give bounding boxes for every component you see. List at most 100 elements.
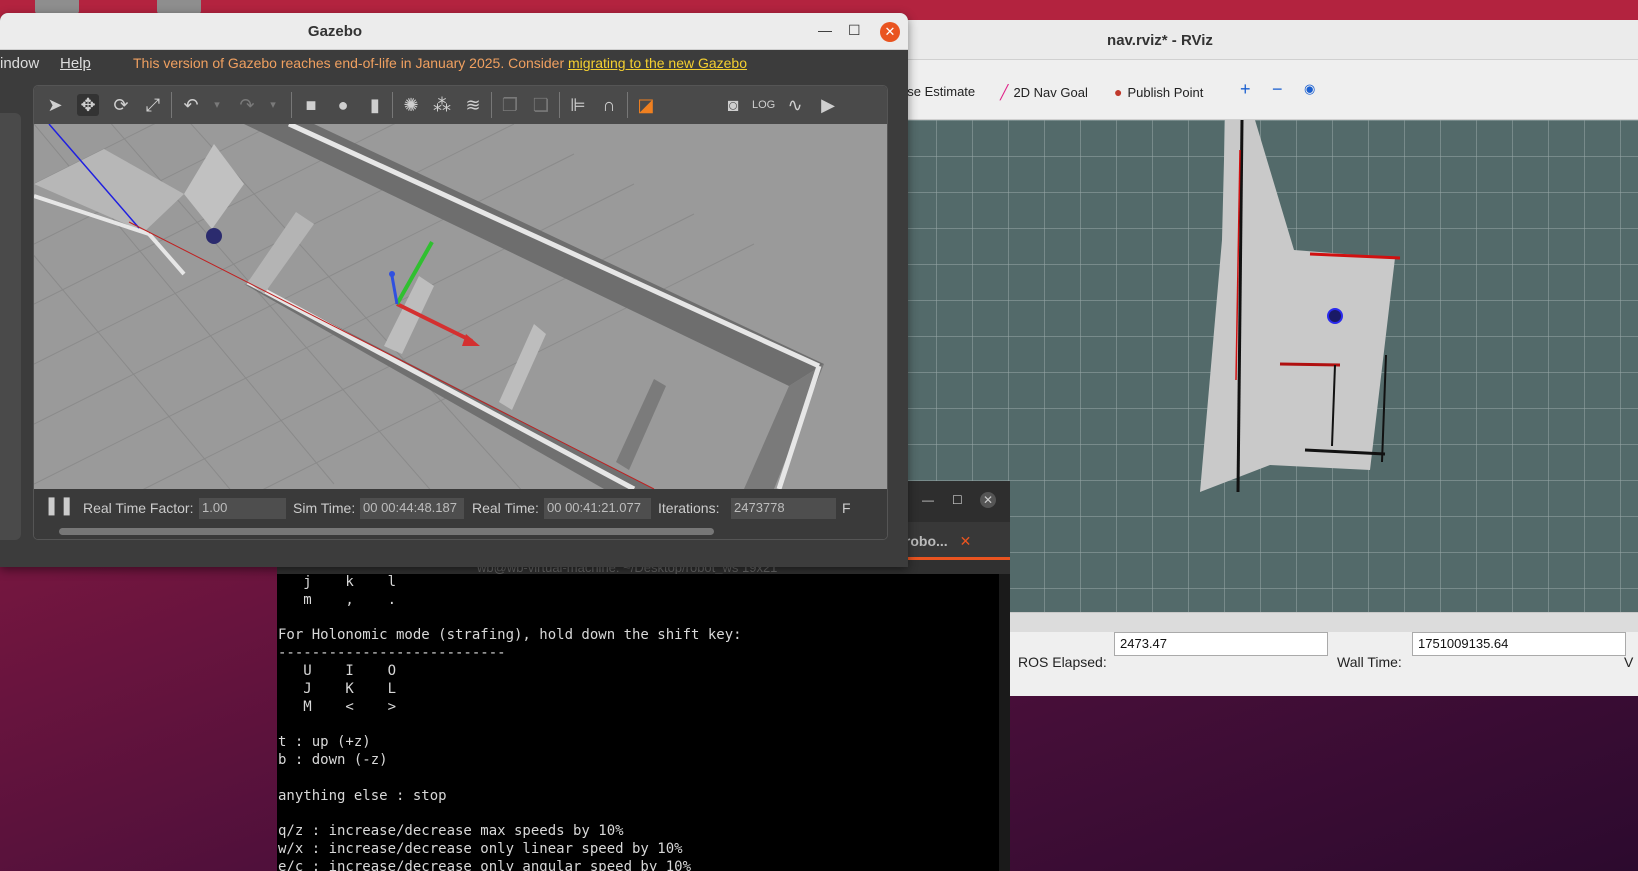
rviz-window: nav.rviz* - RViz ose Estimate ╱ 2D Nav G… — [900, 20, 1638, 696]
undo-dropdown-icon[interactable]: ▾ — [206, 94, 228, 116]
tab-close-icon[interactable]: ✕ — [960, 533, 972, 549]
rviz-map-svg — [1200, 120, 1401, 493]
redo-dropdown-icon[interactable]: ▾ — [262, 94, 284, 116]
terminal-line: t : up (+z) — [278, 734, 371, 751]
video-record-icon[interactable]: ▶ — [817, 94, 839, 116]
status-trailing: F — [842, 500, 851, 516]
gazebo-left-panel[interactable] — [0, 113, 21, 540]
rviz-3d-view[interactable] — [900, 120, 1638, 612]
view-eye-icon[interactable]: ◉ — [1304, 81, 1315, 97]
rviz-splitter[interactable] — [900, 612, 1638, 632]
gazebo-status-bar: ❚❚ Real Time Factor: 1.00 Sim Time: 00 0… — [34, 489, 887, 539]
spot-light-icon[interactable]: ⁂ — [431, 94, 453, 116]
undo-icon[interactable]: ↶ — [180, 94, 202, 116]
rtf-value: 1.00 — [199, 498, 286, 519]
ros-elapsed-field[interactable]: 2473.47 — [1114, 632, 1328, 656]
publish-point-label: Publish Point — [1127, 84, 1204, 100]
gazebo-scene: ➤ ✥ ⟳ ⤢ ↶ ▾ ↷ ▾ ■ ● ▮ ✺ ⁂ ≋ ❐ ❏ ⊫ ∩ ◪ ◙ — [33, 85, 888, 540]
directional-light-icon[interactable]: ≋ — [462, 94, 484, 116]
close-icon[interactable]: ✕ — [880, 22, 900, 42]
terminal-line: j k l — [278, 574, 397, 590]
rviz-title: nav.rviz* - RViz — [1107, 32, 1213, 49]
terminal-line: For Holonomic mode (strafing), hold down… — [278, 627, 742, 644]
close-icon[interactable]: ✕ — [980, 492, 996, 508]
gazebo-horizontal-scrollbar[interactable] — [59, 528, 714, 535]
inner-wall-3 — [499, 324, 546, 410]
eol-notice: This version of Gazebo reaches end-of-li… — [133, 55, 747, 71]
terminal-line: q/z : increase/decrease max speeds by 10… — [278, 823, 624, 840]
map-pin-icon: ● — [1114, 84, 1123, 100]
occupancy-free-area — [1200, 120, 1395, 492]
copy-icon[interactable]: ❐ — [499, 94, 521, 116]
gazebo-window: Gazebo — ☐ ✕ indow Help This version of … — [0, 13, 908, 567]
translate-icon[interactable]: ✥ — [77, 94, 99, 116]
toolbar-separator — [171, 92, 172, 118]
terminal-line: e/c : increase/decrease only angular spe… — [278, 858, 692, 871]
nav-goal-tool[interactable]: ╱ 2D Nav Goal — [1000, 84, 1088, 101]
inner-wall-2 — [384, 276, 434, 354]
sphere-shape-icon[interactable]: ● — [332, 94, 354, 116]
gizmo-z-handle — [389, 271, 395, 277]
point-light-icon[interactable]: ✺ — [400, 94, 422, 116]
terminal-scrollbar[interactable] — [999, 574, 1010, 871]
redo-icon[interactable]: ↷ — [236, 94, 258, 116]
iterations-label: Iterations: — [658, 500, 720, 516]
desktop-home-tab[interactable] — [35, 0, 79, 14]
paste-icon[interactable]: ❏ — [530, 94, 552, 116]
select-arrow-icon[interactable]: ➤ — [44, 94, 66, 116]
desktop-tab[interactable] — [157, 0, 201, 14]
rotate-icon[interactable]: ⟳ — [110, 94, 132, 116]
terminal-tab-label: /robo... — [901, 533, 948, 549]
gizmo-z-axis — [390, 275, 399, 305]
box-shape-icon[interactable]: ■ — [300, 94, 322, 116]
maximize-icon[interactable]: ☐ — [952, 493, 963, 507]
terminal-line: w/x : increase/decrease only linear spee… — [278, 840, 683, 857]
sim-time-value: 00 00:44:48.187 — [360, 498, 464, 519]
pose-estimate-tool[interactable]: ose Estimate — [900, 84, 975, 99]
cylinder-shape-icon[interactable]: ▮ — [364, 94, 386, 116]
scan-middle — [1279, 362, 1341, 367]
snap-magnet-icon[interactable]: ∩ — [598, 94, 620, 116]
ros-elapsed-label: ROS Elapsed: — [1018, 654, 1107, 670]
inner-wall-4 — [616, 379, 666, 470]
gazebo-world-svg — [34, 124, 824, 489]
terminal-tab[interactable]: /robo... ✕ — [899, 522, 1010, 560]
maximize-icon[interactable]: ☐ — [848, 22, 861, 39]
plot-icon[interactable]: ∿ — [784, 94, 806, 116]
eol-notice-text: This version of Gazebo reaches end-of-li… — [133, 55, 569, 71]
real-time-label: Real Time: — [472, 500, 539, 516]
add-tool-plus-icon[interactable]: + — [1240, 79, 1251, 100]
toolbar-separator — [491, 92, 492, 118]
terminal-line: J K L — [278, 680, 397, 697]
gazebo-titlebar[interactable]: Gazebo — ☐ ✕ — [0, 13, 908, 50]
scale-icon[interactable]: ⤢ — [142, 94, 164, 116]
screenshot-camera-icon[interactable]: ◙ — [722, 94, 744, 116]
align-icon[interactable]: ⊫ — [567, 94, 589, 116]
log-icon[interactable]: LOG — [752, 94, 775, 116]
pause-icon[interactable]: ❚❚ — [44, 495, 74, 516]
terminal-line: anything else : stop — [278, 787, 447, 804]
menu-window[interactable]: indow — [0, 55, 39, 72]
publish-point-tool[interactable]: ● Publish Point — [1114, 84, 1203, 100]
rviz-titlebar[interactable]: nav.rviz* - RViz — [900, 20, 1638, 60]
remove-tool-minus-icon[interactable]: − — [1272, 79, 1283, 100]
real-time-value: 00 00:41:21.077 — [544, 498, 651, 519]
gazebo-toolbar: ➤ ✥ ⟳ ⤢ ↶ ▾ ↷ ▾ ■ ● ▮ ✺ ⁂ ≋ ❐ ❏ ⊫ ∩ ◪ ◙ — [34, 86, 887, 124]
terminal-line: --------------------------- — [278, 645, 506, 662]
gazebo-3d-view[interactable] — [34, 124, 887, 489]
toolbar-separator — [291, 92, 292, 118]
toolbar-separator — [559, 92, 560, 118]
menu-help[interactable]: Help — [60, 55, 91, 72]
view-angle-icon[interactable]: ◪ — [635, 94, 657, 116]
gazebo-menubar: indow Help This version of Gazebo reache… — [0, 50, 908, 76]
minimize-icon[interactable]: — — [922, 493, 934, 507]
eol-migration-link[interactable]: migrating to the new Gazebo — [568, 55, 747, 71]
nav-goal-label: 2D Nav Goal — [1013, 85, 1088, 100]
minimize-icon[interactable]: — — [818, 22, 832, 38]
wall-time-field[interactable]: 1751009135.64 — [1412, 632, 1626, 656]
sim-time-label: Sim Time: — [293, 500, 356, 516]
terminal-output[interactable]: j k l m , . For Holonomic mode (strafing… — [277, 574, 1010, 871]
map-wall-right — [1381, 354, 1387, 463]
